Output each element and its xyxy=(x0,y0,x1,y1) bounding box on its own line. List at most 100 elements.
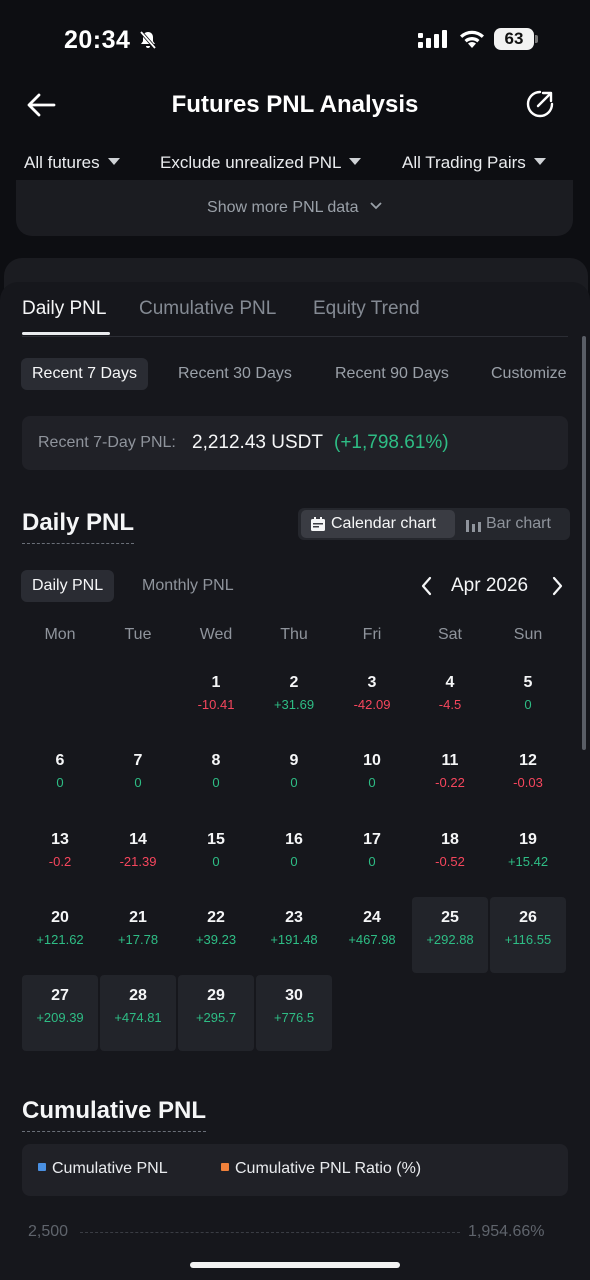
calendar-day-number: 24 xyxy=(363,909,381,926)
calendar-day-cell[interactable]: 80 xyxy=(178,740,254,816)
calendar-day-cell[interactable]: 16 0 xyxy=(256,819,332,895)
calendar-day-cell[interactable]: 2 +31.69 xyxy=(256,662,332,738)
calendar-day-number: 17 xyxy=(363,831,381,848)
calendar-day-cell[interactable]: 3 -42.09 xyxy=(334,662,410,738)
calendar-day-pnl: 0 xyxy=(212,775,220,790)
calendar-day-cell[interactable]: 19 +15.42 xyxy=(490,819,566,895)
page-title: Futures PNL Analysis xyxy=(171,91,419,118)
calendar-day-pnl: +209.39 xyxy=(36,1010,84,1025)
tab-cumulative-pnl[interactable]: Cumulative PNL xyxy=(139,296,276,322)
legend-swatch xyxy=(38,1162,46,1171)
calendar-day-cell[interactable]: 30 +776.5 xyxy=(256,975,332,1051)
tab-equity-trend[interactable]: Equity Trend xyxy=(313,296,420,322)
calendar-day-cell[interactable]: 28 +474.81 xyxy=(100,975,176,1051)
legend-cumulative-ratio: Cumulative PNL Ratio (%) xyxy=(221,1158,421,1180)
calendar-day-pnl: +39.23 xyxy=(195,932,237,947)
filter-unrealized-label: Exclude unrealized PNL xyxy=(160,153,342,172)
calendar-icon xyxy=(311,517,325,531)
calendar-day-pnl: +121.62 xyxy=(36,932,84,947)
battery-icon: 63 xyxy=(494,28,538,50)
calendar-day-cell[interactable]: 14 -21.39 xyxy=(100,819,176,895)
filter-pairs-dropdown[interactable]: All Trading Pairs xyxy=(402,150,546,176)
calendar-day-pnl: 0 xyxy=(368,775,376,790)
calendar-day-number: 29 xyxy=(207,987,225,1004)
calendar-day-cell[interactable]: 20 +121.62 xyxy=(22,897,98,973)
chevron-left-icon[interactable] xyxy=(420,576,434,596)
calendar-day-number: 7 xyxy=(133,752,143,769)
filter-futures-dropdown[interactable]: All futures xyxy=(24,150,120,176)
caret-down-icon xyxy=(533,158,546,166)
calendar-day-cell[interactable]: 24 +467.98 xyxy=(334,897,410,973)
show-more-button[interactable]: Show more PNL data xyxy=(0,196,590,220)
calendar-day-number: 15 xyxy=(207,831,225,848)
calendar-day-pnl: 0 xyxy=(368,854,376,869)
tab-daily-pnl[interactable]: Daily PNL xyxy=(22,296,106,322)
show-more-label: Show more PNL data xyxy=(207,199,359,216)
calendar-day-number: 2 xyxy=(289,674,299,691)
calendar-day-number: 25 xyxy=(441,909,459,926)
calendar-day-number: 26 xyxy=(519,909,537,926)
calendar-day-cell[interactable]: 26 +116.55 xyxy=(490,897,566,973)
subtab-daily-pnl[interactable]: Daily PNL xyxy=(21,570,115,602)
calendar-day-pnl: +467.98 xyxy=(348,932,396,947)
y-axis-left-label: 2,500 xyxy=(28,1223,69,1240)
calendar-day-cell[interactable]: 29 +295.7 xyxy=(178,975,254,1051)
calendar-day-cell[interactable]: 18 -0.52 xyxy=(412,819,488,895)
filter-unrealized-dropdown[interactable]: Exclude unrealized PNL xyxy=(160,150,362,176)
range-recent-7-days[interactable]: Recent 7 Days xyxy=(21,358,148,390)
subtab-monthly-pnl[interactable]: Monthly PNL xyxy=(142,570,234,602)
calendar-day-cell[interactable]: 90 xyxy=(256,740,332,816)
filter-futures-label: All futures xyxy=(24,153,100,172)
range-recent-90-days[interactable]: Recent 90 Days xyxy=(335,358,449,390)
calendar-day-pnl: +295.7 xyxy=(195,1010,237,1025)
weekday-label: Sun xyxy=(513,626,543,643)
calendar-day-pnl: +776.5 xyxy=(273,1010,315,1025)
calendar-day-cell[interactable]: 17 0 xyxy=(334,819,410,895)
chevron-down-icon xyxy=(370,202,382,210)
chevron-right-icon[interactable] xyxy=(550,576,564,596)
calendar-day-cell[interactable]: 10 0 xyxy=(334,740,410,816)
calendar-day-cell[interactable]: 70 xyxy=(100,740,176,816)
bar-chart-button[interactable]: Bar chart xyxy=(486,510,551,538)
weekday-label: Mon xyxy=(44,626,76,643)
calendar-day-cell[interactable]: 21 +17.78 xyxy=(100,897,176,973)
bell-muted-icon xyxy=(139,30,157,50)
cumulative-pnl-title-text: Cumulative PNL xyxy=(22,1097,207,1124)
calendar-day-cell[interactable]: 60 xyxy=(22,740,98,816)
calendar-day-number: 16 xyxy=(285,831,303,848)
recent-pnl-label: Recent 7-Day PNL: xyxy=(38,434,176,451)
share-icon[interactable] xyxy=(524,88,556,120)
calendar-day-cell[interactable]: 13 -0.2 xyxy=(22,819,98,895)
calendar-day-cell[interactable]: 22 +39.23 xyxy=(178,897,254,973)
y-axis-right-label: 1,954.66% xyxy=(468,1223,545,1240)
calendar-day-cell[interactable]: 4 -4.5 xyxy=(412,662,488,738)
calendar-day-cell[interactable]: 25 +292.88 xyxy=(412,897,488,973)
calendar-day-pnl: -4.5 xyxy=(438,697,462,712)
calendar-day-pnl: -42.09 xyxy=(353,697,391,712)
recent-pnl-percent: (+1,798.61%) xyxy=(334,432,449,453)
cumulative-pnl-title[interactable]: Cumulative PNL xyxy=(22,1096,207,1132)
calendar-day-pnl: 0 xyxy=(290,775,298,790)
daily-pnl-title[interactable]: Daily PNL xyxy=(22,508,135,544)
calendar-day-number: 12 xyxy=(519,752,537,769)
range-recent-30-days[interactable]: Recent 30 Days xyxy=(178,358,292,390)
calendar-day-number: 13 xyxy=(51,831,69,848)
legend-cumulative-pnl-label: Cumulative PNL xyxy=(52,1160,168,1177)
calendar-day-cell[interactable]: 11 -0.22 xyxy=(412,740,488,816)
calendar-day-cell[interactable]: 50 xyxy=(490,662,566,738)
month-label: Apr 2026 xyxy=(451,575,529,596)
calendar-day-number: 19 xyxy=(519,831,537,848)
calendar-day-pnl: -0.52 xyxy=(435,854,465,869)
range-customize[interactable]: Customize xyxy=(491,358,573,390)
calendar-day-pnl: -21.39 xyxy=(119,854,157,869)
scrollbar[interactable] xyxy=(582,336,586,750)
calendar-day-cell[interactable]: 1 -10.41 xyxy=(178,662,254,738)
calendar-day-cell[interactable]: 27 +209.39 xyxy=(22,975,98,1051)
calendar-day-cell[interactable]: 23 +191.48 xyxy=(256,897,332,973)
home-indicator[interactable] xyxy=(190,1262,400,1268)
calendar-day-cell[interactable]: 15 0 xyxy=(178,819,254,895)
tabs-divider xyxy=(22,336,568,337)
weekday-label: Tue xyxy=(124,626,152,643)
calendar-day-cell[interactable]: 12 -0.03 xyxy=(490,740,566,816)
calendar-day-pnl: -10.41 xyxy=(197,697,235,712)
